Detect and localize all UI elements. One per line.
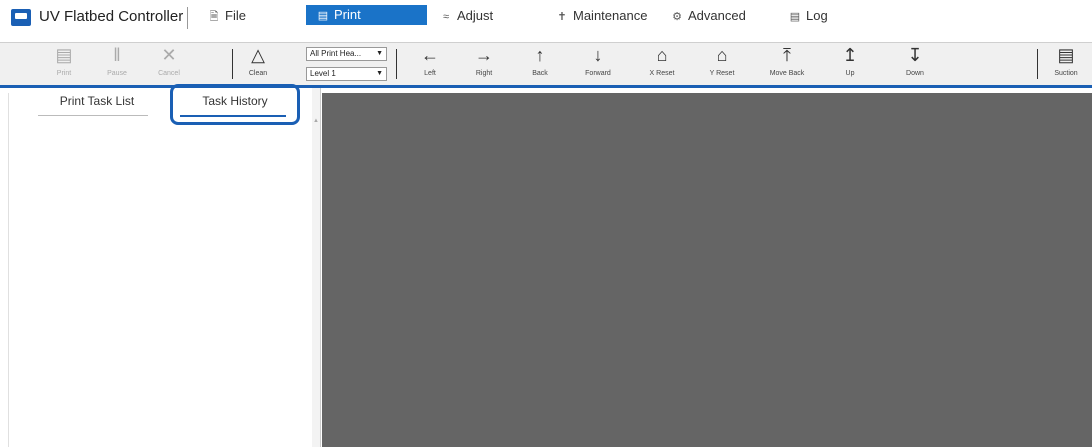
divider	[187, 7, 188, 29]
chevron-down-icon: ▼	[376, 50, 383, 57]
home-x-icon: ⌂	[656, 45, 668, 65]
arrow-up-bar-icon: ⤒	[783, 45, 791, 65]
clean-button[interactable]: △ Clean	[226, 43, 290, 77]
app-title: UV Flatbed Controller	[39, 8, 184, 25]
chevron-down-icon: ▼	[376, 70, 383, 77]
callout-highlight	[170, 84, 300, 125]
scrollbar[interactable]: ▲	[312, 88, 321, 447]
menu-bar: UV Flatbed Controller 🗎 File ▤ Print ≈ Adju…	[0, 0, 1092, 42]
menu-adjust[interactable]: ≈ Adjust	[439, 8, 493, 28]
file-icon: 🗎	[209, 11, 219, 23]
arrow-down-icon: ↓	[593, 45, 603, 65]
app-logo-icon	[11, 9, 31, 26]
divider	[396, 49, 397, 79]
arrow-up-icon: ↑	[535, 45, 545, 65]
print-head-select[interactable]: All Print Hea... ▼	[306, 47, 387, 61]
table-down-icon: ↧	[907, 45, 923, 65]
menu-advanced[interactable]: ⚙ Advanced	[670, 8, 746, 28]
printer-icon: ▤	[317, 10, 329, 22]
eraser-icon: △	[251, 45, 265, 65]
tab-underline	[38, 115, 148, 116]
arrow-right-icon: →	[475, 45, 493, 65]
cancel-button[interactable]: ✕ Cancel	[137, 43, 201, 77]
tab-print-task-list[interactable]: Print Task List	[38, 94, 156, 108]
level-select[interactable]: Level 1 ▼	[306, 67, 387, 81]
menu-log[interactable]: ▤ Log	[788, 8, 828, 28]
menu-maintenance[interactable]: ✝ Maintenance	[555, 8, 647, 28]
menu-print[interactable]: ▤ Print	[306, 5, 427, 25]
x-reset-button[interactable]: ⌂ X Reset	[630, 43, 694, 77]
move-back-button[interactable]: ↑ Back	[508, 43, 572, 77]
move-back-all-button[interactable]: ⤒ Move Back	[755, 43, 819, 77]
table-up-icon: ↥	[842, 45, 858, 65]
adjust-icon: ≈	[442, 11, 450, 23]
move-forward-button[interactable]: ↓ Forward	[566, 43, 630, 77]
y-reset-button[interactable]: ⌂ Y Reset	[690, 43, 754, 77]
home-y-icon: ⌂	[716, 45, 728, 65]
log-icon: ▤	[789, 11, 801, 23]
maintenance-icon: ✝	[557, 11, 567, 23]
print-preview-area	[322, 93, 1092, 447]
menu-file[interactable]: 🗎 File	[207, 8, 246, 28]
close-icon: ✕	[161, 45, 177, 65]
task-panel: Print Task List Task History	[0, 88, 313, 447]
move-right-button[interactable]: → Right	[452, 43, 516, 77]
suction-icon: ▤	[1057, 45, 1075, 65]
divider	[1037, 49, 1038, 79]
advanced-icon: ⚙	[672, 11, 682, 23]
suction-button[interactable]: ▤ Suction	[1042, 43, 1090, 77]
table-up-button[interactable]: ↥ Up	[818, 43, 882, 77]
scroll-arrow-icon: ▲	[313, 118, 319, 124]
toolbar: ▤ Print ‖ Pause ✕ Cancel △ Clean All Pri…	[0, 42, 1092, 88]
table-down-button[interactable]: ↧ Down	[883, 43, 947, 77]
